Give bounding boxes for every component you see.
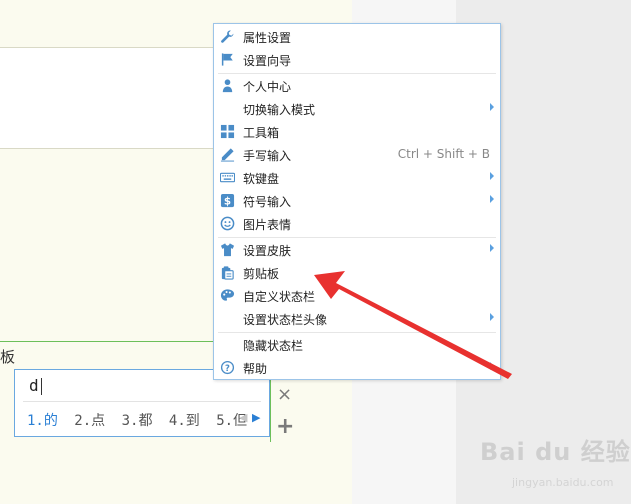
editor-text: 板 <box>0 348 16 366</box>
menu-item-set-skin[interactable]: 设置皮肤 <box>214 238 500 261</box>
menu-item-label: 工具箱 <box>243 126 280 140</box>
submenu-arrow-icon <box>490 103 494 111</box>
menu-item-setup-wizard[interactable]: 设置向导 <box>214 48 500 71</box>
keyboard-icon <box>220 172 235 183</box>
menu-item-label: 隐藏状态栏 <box>243 339 304 353</box>
clipboard-icon <box>221 266 234 280</box>
menu-item-label: 符号输入 <box>243 195 292 209</box>
ime-candidate[interactable]: 1.的 <box>27 413 58 429</box>
menu-item-label: 个人中心 <box>243 80 292 94</box>
svg-text:$: $ <box>224 196 231 208</box>
wrench-icon <box>221 30 234 43</box>
menu-item-switch-input-mode[interactable]: 切换输入模式 <box>214 97 500 120</box>
menu-item-label: 设置向导 <box>243 54 292 68</box>
menu-item-clipboard[interactable]: 剪贴板 <box>214 261 500 284</box>
menu-item-handwriting[interactable]: 手写输入 Ctrl + Shift + B <box>214 143 500 166</box>
menu-item-label: 手写输入 <box>243 149 292 163</box>
menu-item-toolbox[interactable]: 工具箱 <box>214 120 500 143</box>
menu-item-label: 设置皮肤 <box>243 244 292 258</box>
menu-item-hide-statusbar[interactable]: 隐藏状态栏 <box>214 333 500 356</box>
grid-icon <box>220 124 235 139</box>
submenu-arrow-icon <box>490 362 494 370</box>
palette-icon <box>220 289 235 301</box>
chevron-right-icon[interactable]: ▶ <box>252 411 260 424</box>
submenu-arrow-icon <box>490 244 494 252</box>
ime-candidate[interactable]: 2.点 <box>74 413 105 429</box>
menu-item-label: 剪贴板 <box>243 267 280 281</box>
ime-composition-text: d <box>29 376 39 395</box>
menu-item-customize-statusbar[interactable]: 自定义状态栏 <box>214 284 500 307</box>
menu-item-label: 设置状态栏头像 <box>243 313 328 327</box>
person-icon <box>222 79 233 93</box>
svg-text:?: ? <box>225 363 230 373</box>
menu-item-label: 切换输入模式 <box>243 103 316 117</box>
add-icon[interactable]: + <box>276 414 294 439</box>
menu-item-properties[interactable]: 属性设置 <box>214 25 500 48</box>
ime-divider <box>23 401 261 402</box>
menu-item-statusbar-avatar[interactable]: 设置状态栏头像 <box>214 307 500 330</box>
flag-icon <box>221 53 233 66</box>
menu-item-label: 属性设置 <box>243 31 292 45</box>
dollar-icon: $ <box>220 193 235 208</box>
menu-item-label: 帮助 <box>243 362 268 376</box>
ime-candidate-list: 1.的 2.点 3.都 4.到 5.但 <box>27 410 255 430</box>
smiley-icon <box>220 216 235 231</box>
baidu-watermark: Bai du 经验 <box>480 438 631 466</box>
ime-candidate[interactable]: 4.到 <box>169 413 200 429</box>
help-icon: ? <box>220 360 235 375</box>
menu-item-picture-emoji[interactable]: 图片表情 <box>214 212 500 235</box>
menu-item-label: 软键盘 <box>243 172 280 186</box>
text-cursor <box>41 378 42 395</box>
pen-icon <box>220 148 235 162</box>
chevron-left-icon[interactable]: ◀ <box>239 411 247 424</box>
menu-item-soft-keyboard[interactable]: 软键盘 <box>214 166 500 189</box>
close-icon[interactable]: × <box>277 384 292 405</box>
baidu-watermark-url: jingyan.baidu.com <box>512 476 614 489</box>
menu-item-label: 图片表情 <box>243 218 292 232</box>
ime-candidate[interactable]: 3.都 <box>122 413 153 429</box>
submenu-arrow-icon <box>490 313 494 321</box>
shirt-icon <box>220 243 235 257</box>
menu-item-help[interactable]: ? 帮助 <box>214 356 500 379</box>
menu-item-symbol-input[interactable]: $ 符号输入 <box>214 189 500 212</box>
submenu-arrow-icon <box>490 195 494 203</box>
shortcut-text: Ctrl + Shift + B <box>397 147 490 161</box>
menu-item-personal-center[interactable]: 个人中心 <box>214 74 500 97</box>
context-menu: 属性设置 设置向导 个人中心 切换输入模式 工具箱 手写输入 Ctrl + Sh… <box>213 23 501 380</box>
menu-item-label: 自定义状态栏 <box>243 290 316 304</box>
submenu-arrow-icon <box>490 172 494 180</box>
